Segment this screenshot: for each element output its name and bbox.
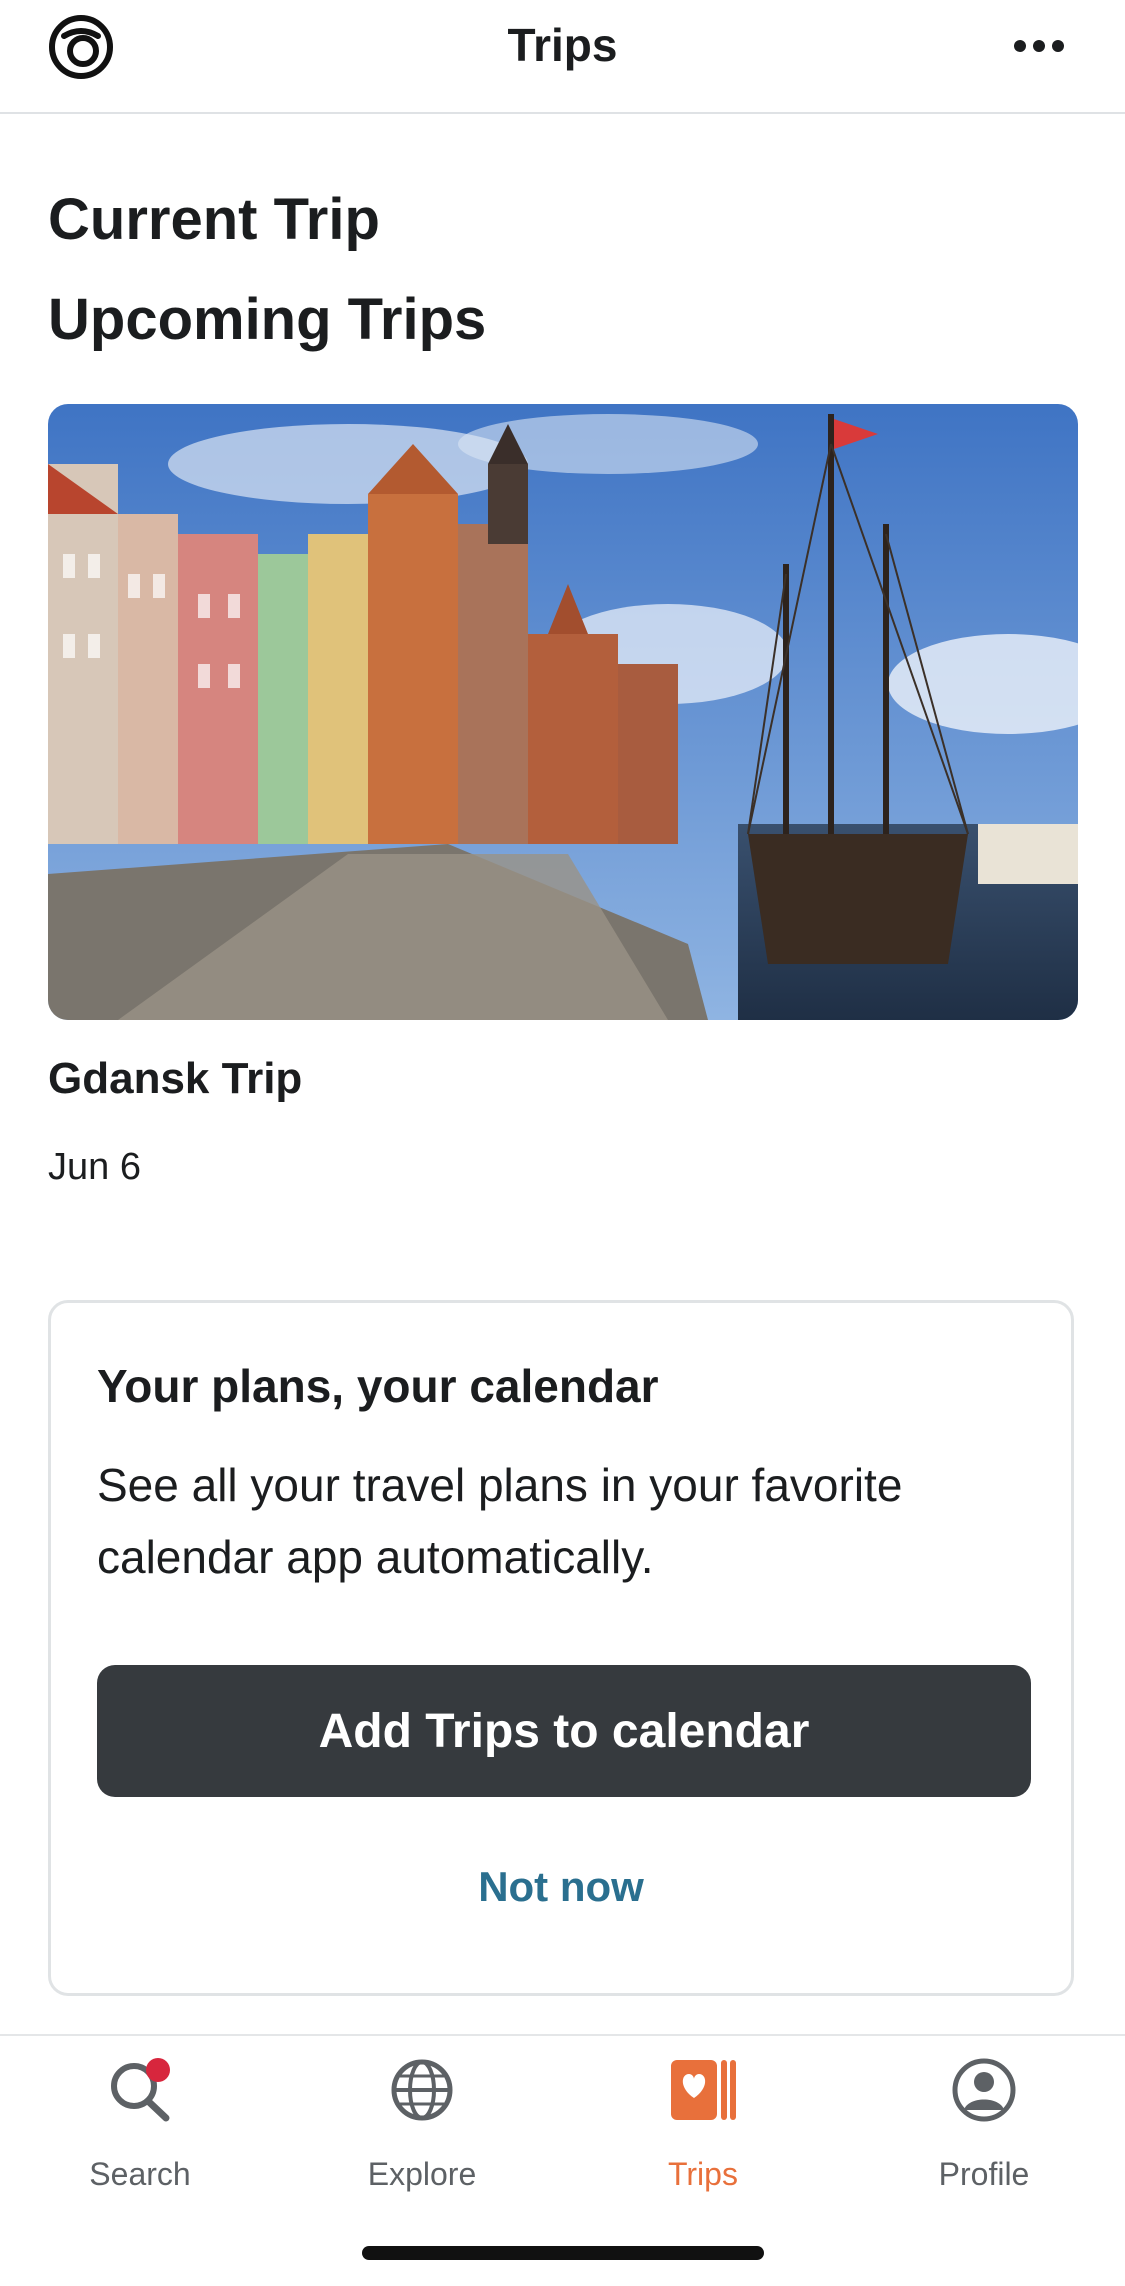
tab-label: Explore — [367, 2156, 477, 2192]
gdansk-waterfront-photo — [48, 404, 1078, 1020]
upcoming-trips-heading: Upcoming Trips — [48, 287, 487, 352]
trip-date: Jun 6 — [48, 1146, 141, 1188]
current-trip-heading: Current Trip — [48, 187, 380, 252]
trips-heart-icon — [671, 2060, 736, 2120]
more-dots-icon[interactable] — [1013, 34, 1065, 58]
home-indicator — [362, 2246, 764, 2260]
tab-search[interactable]: Search — [40, 2056, 240, 2206]
tab-label: Search — [89, 2156, 191, 2192]
trip-card[interactable]: Gdansk Trip Jun 6 — [48, 404, 1078, 1189]
calendar-promo-card: Your plans, your calendar See all your t… — [48, 1300, 1074, 1996]
profile-icon — [952, 2058, 1016, 2122]
top-bar: Trips — [0, 0, 1125, 114]
calendar-card-description: See all your travel plans in your favori… — [97, 1459, 903, 1583]
add-trips-to-calendar-button[interactable]: Add Trips to calendar — [97, 1665, 1031, 1797]
page-title: Trips — [507, 19, 618, 71]
notification-badge — [146, 2058, 170, 2082]
not-now-link[interactable]: Not now — [51, 1863, 1071, 1911]
tab-explore[interactable]: Explore — [322, 2056, 522, 2206]
globe-icon — [391, 2059, 453, 2121]
calendar-card-title: Your plans, your calendar — [97, 1360, 659, 1412]
tab-trips[interactable]: Trips — [603, 2056, 803, 2206]
tab-profile[interactable]: Profile — [884, 2056, 1084, 2206]
tab-label: Trips — [668, 2156, 738, 2192]
tab-label: Profile — [938, 2156, 1030, 2192]
trip-name: Gdansk Trip — [48, 1054, 303, 1103]
search-icon — [111, 2058, 170, 2122]
